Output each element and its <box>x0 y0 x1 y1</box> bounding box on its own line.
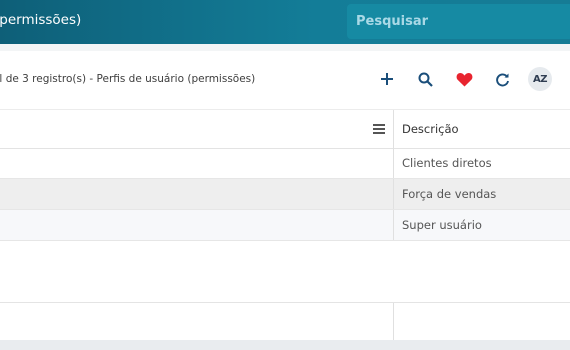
column-divider <box>393 148 394 178</box>
favorite-heart-icon <box>456 72 472 86</box>
table-row[interactable]: Clientes diretos <box>0 148 570 179</box>
add-icon <box>381 73 393 85</box>
column-divider <box>393 303 394 341</box>
record-count-text: al de 3 registro(s) - Perfis de usuário … <box>0 73 256 85</box>
sort-az-icon: AZ <box>533 73 548 85</box>
sort-az-button[interactable]: AZ <box>528 67 552 91</box>
bottom-scroll-area <box>0 340 570 350</box>
column-divider <box>393 110 394 148</box>
grid-header: Descrição <box>0 109 570 149</box>
favorite-button[interactable] <box>452 67 476 91</box>
search-button[interactable] <box>413 67 437 91</box>
refresh-icon <box>495 73 509 86</box>
column-menu-icon[interactable] <box>373 124 387 136</box>
cell-descricao: Força de vendas <box>402 187 497 201</box>
table-row[interactable]: Super usuário <box>0 210 570 241</box>
search-box[interactable] <box>347 4 570 39</box>
cell-descricao: Super usuário <box>402 218 482 232</box>
refresh-button[interactable] <box>490 67 514 91</box>
search-icon <box>418 72 433 87</box>
top-bar: (permissões) <box>0 0 570 44</box>
table-row[interactable]: Força de vendas <box>0 179 570 210</box>
add-button[interactable] <box>375 67 399 91</box>
column-header-descricao[interactable]: Descrição <box>402 122 459 136</box>
content-card: al de 3 registro(s) - Perfis de usuário … <box>0 51 570 350</box>
column-divider <box>393 179 394 209</box>
column-divider <box>393 210 394 240</box>
search-input[interactable] <box>347 4 570 39</box>
grid-footer <box>0 302 570 341</box>
cell-descricao: Clientes diretos <box>402 156 492 170</box>
page-title: (permissões) <box>0 12 82 28</box>
